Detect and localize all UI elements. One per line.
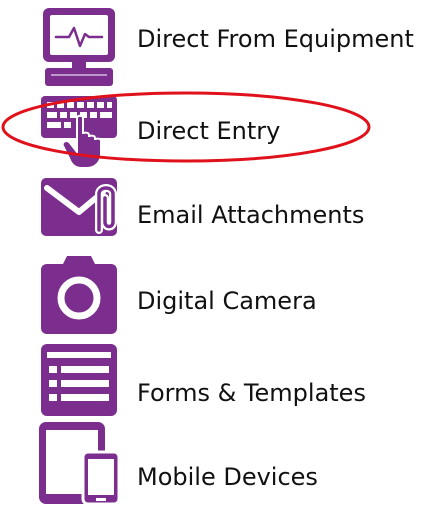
monitor-waveform-icon — [37, 4, 121, 88]
option-email-attachments[interactable]: Email Attachments — [0, 172, 444, 242]
option-forms-templates[interactable]: Forms & Templates — [0, 344, 444, 416]
option-label: Direct From Equipment — [137, 25, 414, 53]
envelope-paperclip-icon — [37, 176, 121, 260]
keyboard-hand-icon — [37, 86, 121, 170]
option-label: Digital Camera — [137, 287, 317, 315]
option-label: Mobile Devices — [137, 463, 318, 491]
tablet-phone-icon — [37, 422, 121, 506]
option-label: Email Attachments — [137, 201, 365, 229]
option-digital-camera[interactable]: Digital Camera — [0, 256, 444, 334]
option-mobile-devices[interactable]: Mobile Devices — [0, 422, 444, 506]
form-list-icon — [37, 340, 121, 424]
option-direct-from-equipment[interactable]: Direct From Equipment — [0, 0, 444, 86]
option-label: Forms & Templates — [137, 379, 366, 407]
option-direct-entry[interactable]: Direct Entry — [0, 92, 444, 169]
option-label: Direct Entry — [137, 117, 281, 145]
camera-icon — [37, 254, 121, 338]
